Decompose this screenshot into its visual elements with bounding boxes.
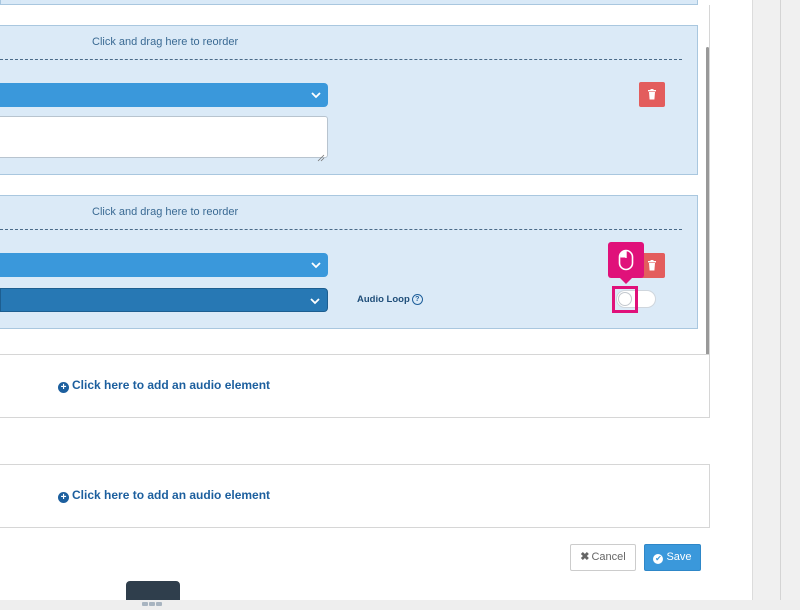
drag-divider: [0, 59, 682, 60]
drag-hint[interactable]: Click and drag here to reorder: [92, 36, 238, 48]
add-audio-label: Click here to add an audio element: [72, 488, 271, 502]
add-audio-card: + Click here to add an audio element: [0, 464, 710, 528]
audio-type-select[interactable]: [0, 253, 328, 277]
audio-type-select[interactable]: [0, 83, 328, 107]
cancel-label: Cancel: [591, 551, 626, 563]
audio-text-area[interactable]: [0, 116, 328, 162]
chevron-down-icon: [309, 294, 321, 308]
page: Click and drag here to reorder Click and…: [0, 0, 800, 606]
audio-source-select[interactable]: [0, 288, 328, 312]
drag-hint[interactable]: Click and drag here to reorder: [92, 206, 238, 218]
check-circle-icon: ✔: [653, 554, 664, 564]
resize-grip-icon[interactable]: [317, 147, 325, 162]
mouse-pointer-callout: [608, 242, 644, 284]
plus-circle-icon: +: [58, 382, 69, 393]
click-target-highlight: [612, 286, 638, 313]
plus-circle-icon: +: [58, 492, 69, 503]
add-audio-element-link[interactable]: + Click here to add an audio element: [58, 488, 270, 503]
chevron-down-icon: [310, 258, 322, 272]
question-circle-icon[interactable]: ?: [411, 294, 423, 305]
delete-button[interactable]: [639, 82, 665, 107]
audio-element-block[interactable]: Click and drag here to reorder Audio Loo…: [0, 195, 698, 329]
chevron-down-icon: [310, 88, 322, 102]
add-audio-element-link[interactable]: + Click here to add an audio element: [58, 378, 270, 393]
trash-icon: [648, 89, 656, 100]
grip-icon: [142, 591, 164, 606]
trash-icon: [648, 260, 656, 271]
add-audio-label: Click here to add an audio element: [72, 378, 271, 392]
right-sidebar: [753, 0, 800, 600]
bottom-dock-handle[interactable]: [126, 581, 180, 606]
audio-element-block[interactable]: Click and drag here to reorder: [0, 25, 698, 175]
add-audio-card: + Click here to add an audio element: [0, 354, 710, 418]
audio-loop-text: Audio Loop: [357, 294, 410, 306]
mouse-icon: [618, 249, 634, 271]
sidebar-divider: [780, 0, 781, 600]
save-label: Save: [666, 551, 692, 563]
main-panel: Click and drag here to reorder Click and…: [0, 0, 752, 606]
save-button[interactable]: ✔ Save: [644, 544, 701, 571]
cancel-button[interactable]: ✖ Cancel: [570, 544, 636, 571]
audio-loop-label: Audio Loop?: [357, 294, 423, 305]
drag-divider: [0, 229, 682, 230]
scrollbar[interactable]: [706, 47, 709, 360]
times-icon: ✖: [580, 551, 590, 563]
